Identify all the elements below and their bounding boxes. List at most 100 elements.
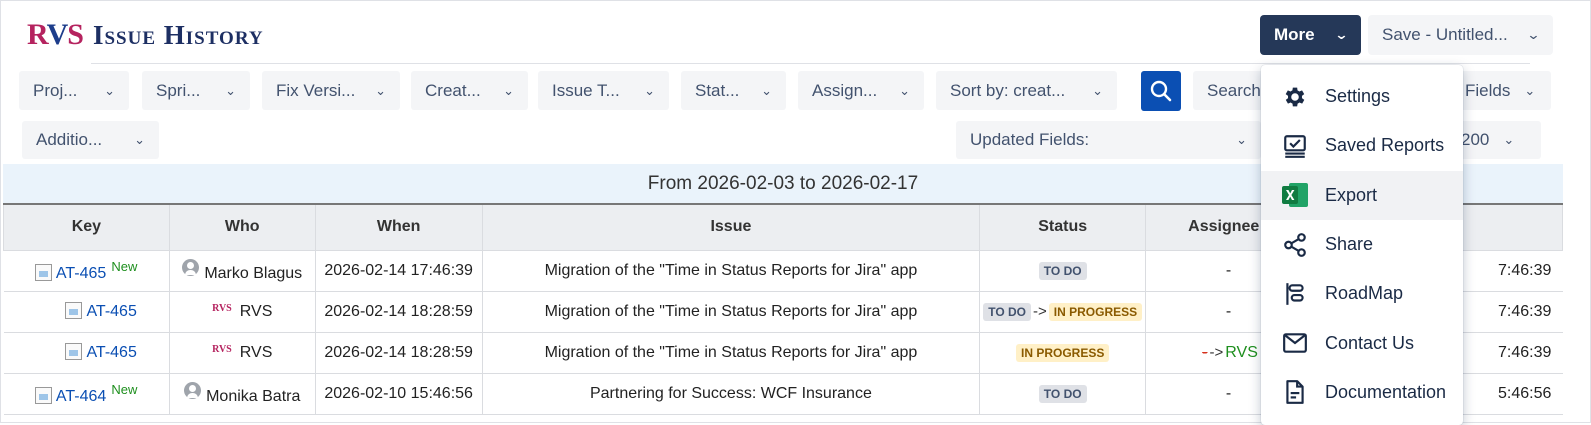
- filter-label: Assign...: [812, 80, 878, 100]
- status-cell: TO DO: [979, 250, 1146, 292]
- status-lozenge: TO DO: [1038, 261, 1087, 280]
- assignee-from: -: [1202, 343, 1208, 361]
- issue-key-link[interactable]: AT-465: [86, 344, 136, 361]
- who-cell: RVS RVS: [168, 291, 316, 333]
- filter-issue-type[interactable]: Issue T... ⌄: [538, 71, 669, 110]
- filter-label: Sort by: creat...: [950, 80, 1066, 100]
- excel-icon: [1281, 181, 1309, 209]
- key-cell: AT-464 New: [3, 373, 170, 415]
- search-button[interactable]: [1141, 71, 1181, 111]
- arrow-icon: ->: [1209, 343, 1224, 361]
- gear-icon: [1281, 83, 1309, 111]
- more-button[interactable]: More ⌄: [1260, 15, 1361, 55]
- filter-status[interactable]: Stat... ⌄: [681, 71, 786, 110]
- status-cell: TO DO -> IN PROGRESS: [979, 291, 1146, 333]
- header-divider: [91, 63, 1530, 64]
- status-lozenge: IN PROGRESS: [1016, 343, 1110, 362]
- filter-label: Spri...: [156, 80, 201, 100]
- assignee-to: RVS: [1225, 343, 1258, 361]
- user-name: Monika Batra: [206, 387, 301, 405]
- menu-item-label: Documentation: [1325, 381, 1447, 402]
- saved-reports-icon: [1281, 132, 1309, 160]
- menu-item-documentation[interactable]: Documentation: [1261, 368, 1463, 417]
- filter-label: Fix Versi...: [276, 80, 356, 100]
- filter-created[interactable]: Creat... ⌄: [411, 71, 528, 110]
- issue-key-link[interactable]: AT-465: [86, 303, 136, 320]
- search-icon: [1150, 80, 1172, 102]
- share-icon: [1281, 231, 1309, 259]
- chevron-down-icon: ⌄: [1503, 132, 1515, 147]
- menu-item-label: Contact Us: [1325, 332, 1415, 353]
- filter-project[interactable]: Proj... ⌄: [19, 71, 129, 110]
- issue-cell: Partnering for Success: WCF Insurance: [481, 373, 980, 415]
- user-avatar-icon: [184, 381, 202, 399]
- mail-icon: [1281, 329, 1309, 357]
- filter-additional[interactable]: Additio... ⌄: [22, 121, 159, 159]
- key-cell: AT-465: [3, 291, 170, 333]
- updated-fields-label: Updated Fields:: [970, 130, 1090, 149]
- column-header-issue[interactable]: Issue: [481, 203, 981, 251]
- document-icon: [1281, 378, 1309, 406]
- status-cell: TO DO: [979, 373, 1146, 415]
- column-header-when[interactable]: When: [314, 203, 483, 251]
- chevron-down-icon: ⌄: [1526, 27, 1541, 42]
- status-from-lozenge: TO DO: [983, 302, 1032, 321]
- who-cell: RVS RVS: [168, 332, 316, 374]
- filter-label: Creat...: [425, 80, 481, 100]
- new-badge: New: [111, 381, 138, 397]
- page-title: Issue History: [92, 19, 264, 50]
- issue-cell: Migration of the "Time in Status Reports…: [481, 291, 980, 333]
- key-cell: AT-465 New: [3, 250, 170, 292]
- menu-item-share[interactable]: Share: [1261, 220, 1463, 269]
- issue-type-icon: [34, 263, 52, 281]
- menu-item-label: Saved Reports: [1325, 135, 1445, 156]
- menu-item-export[interactable]: Export: [1261, 170, 1463, 220]
- filter-label: Issue T...: [552, 80, 620, 100]
- chevron-down-icon: ⌄: [225, 82, 236, 98]
- menu-item-settings[interactable]: Settings: [1261, 72, 1463, 121]
- menu-item-contact-us[interactable]: Contact Us: [1261, 318, 1463, 367]
- roadmap-icon: [1281, 280, 1309, 308]
- when-cell: 2026-02-14 17:46:39: [314, 250, 483, 292]
- filter-assignee[interactable]: Assign... ⌄: [798, 71, 924, 110]
- rvs-app-icon: RVS: [212, 343, 232, 355]
- column-header-status[interactable]: Status: [979, 203, 1147, 251]
- menu-item-label: Share: [1325, 234, 1374, 255]
- menu-item-label: RoadMap: [1325, 283, 1404, 304]
- more-dropdown-menu: Settings Saved Reports Export Share Road…: [1261, 65, 1463, 425]
- menu-item-label: Settings: [1325, 86, 1391, 107]
- chevron-down-icon: ⌄: [104, 82, 115, 98]
- status-to-lozenge: IN PROGRESS: [1048, 302, 1143, 321]
- filter-sprint[interactable]: Spri... ⌄: [142, 71, 250, 110]
- user-name: RVS: [239, 302, 273, 320]
- page-size-value: 200: [1461, 130, 1490, 149]
- fields-label: Fields: [1465, 80, 1511, 100]
- chevron-down-icon: ⌄: [1334, 27, 1349, 42]
- user-name: RVS: [239, 343, 273, 361]
- date-range-text: From 2026-02-03 to 2026-02-17: [647, 172, 919, 194]
- new-badge: New: [111, 258, 138, 274]
- arrow-icon: ->: [1033, 302, 1047, 320]
- sort-by-dropdown[interactable]: Sort by: creat... ⌄: [936, 71, 1117, 110]
- updated-fields-select[interactable]: Updated Fields: ⌄: [956, 121, 1261, 159]
- who-cell: Marko Blagus: [168, 250, 316, 292]
- who-cell: Monika Batra: [168, 373, 316, 415]
- column-header-key[interactable]: Key: [3, 203, 170, 251]
- chevron-down-icon: ⌄: [134, 132, 145, 147]
- status-cell: IN PROGRESS: [979, 332, 1146, 374]
- rvs-logo-mark: RVS: [27, 18, 84, 51]
- issue-key-link[interactable]: AT-465: [56, 265, 106, 282]
- search-placeholder: Search: [1207, 80, 1261, 100]
- chevron-down-icon: ⌄: [503, 82, 514, 98]
- chevron-down-icon: ⌄: [644, 82, 655, 98]
- filter-fix-version[interactable]: Fix Versi... ⌄: [262, 71, 400, 110]
- save-report-button[interactable]: Save - Untitled... ⌄: [1368, 15, 1553, 55]
- chevron-down-icon: ⌄: [375, 82, 386, 98]
- filter-label: Proj...: [33, 80, 78, 100]
- menu-item-saved-reports[interactable]: Saved Reports: [1261, 121, 1463, 170]
- save-button-label: Save - Untitled...: [1382, 25, 1508, 44]
- column-header-who[interactable]: Who: [168, 203, 316, 251]
- menu-item-roadmap[interactable]: RoadMap: [1261, 269, 1463, 318]
- issue-cell: Migration of the "Time in Status Reports…: [481, 332, 980, 374]
- issue-key-link[interactable]: AT-464: [56, 388, 106, 405]
